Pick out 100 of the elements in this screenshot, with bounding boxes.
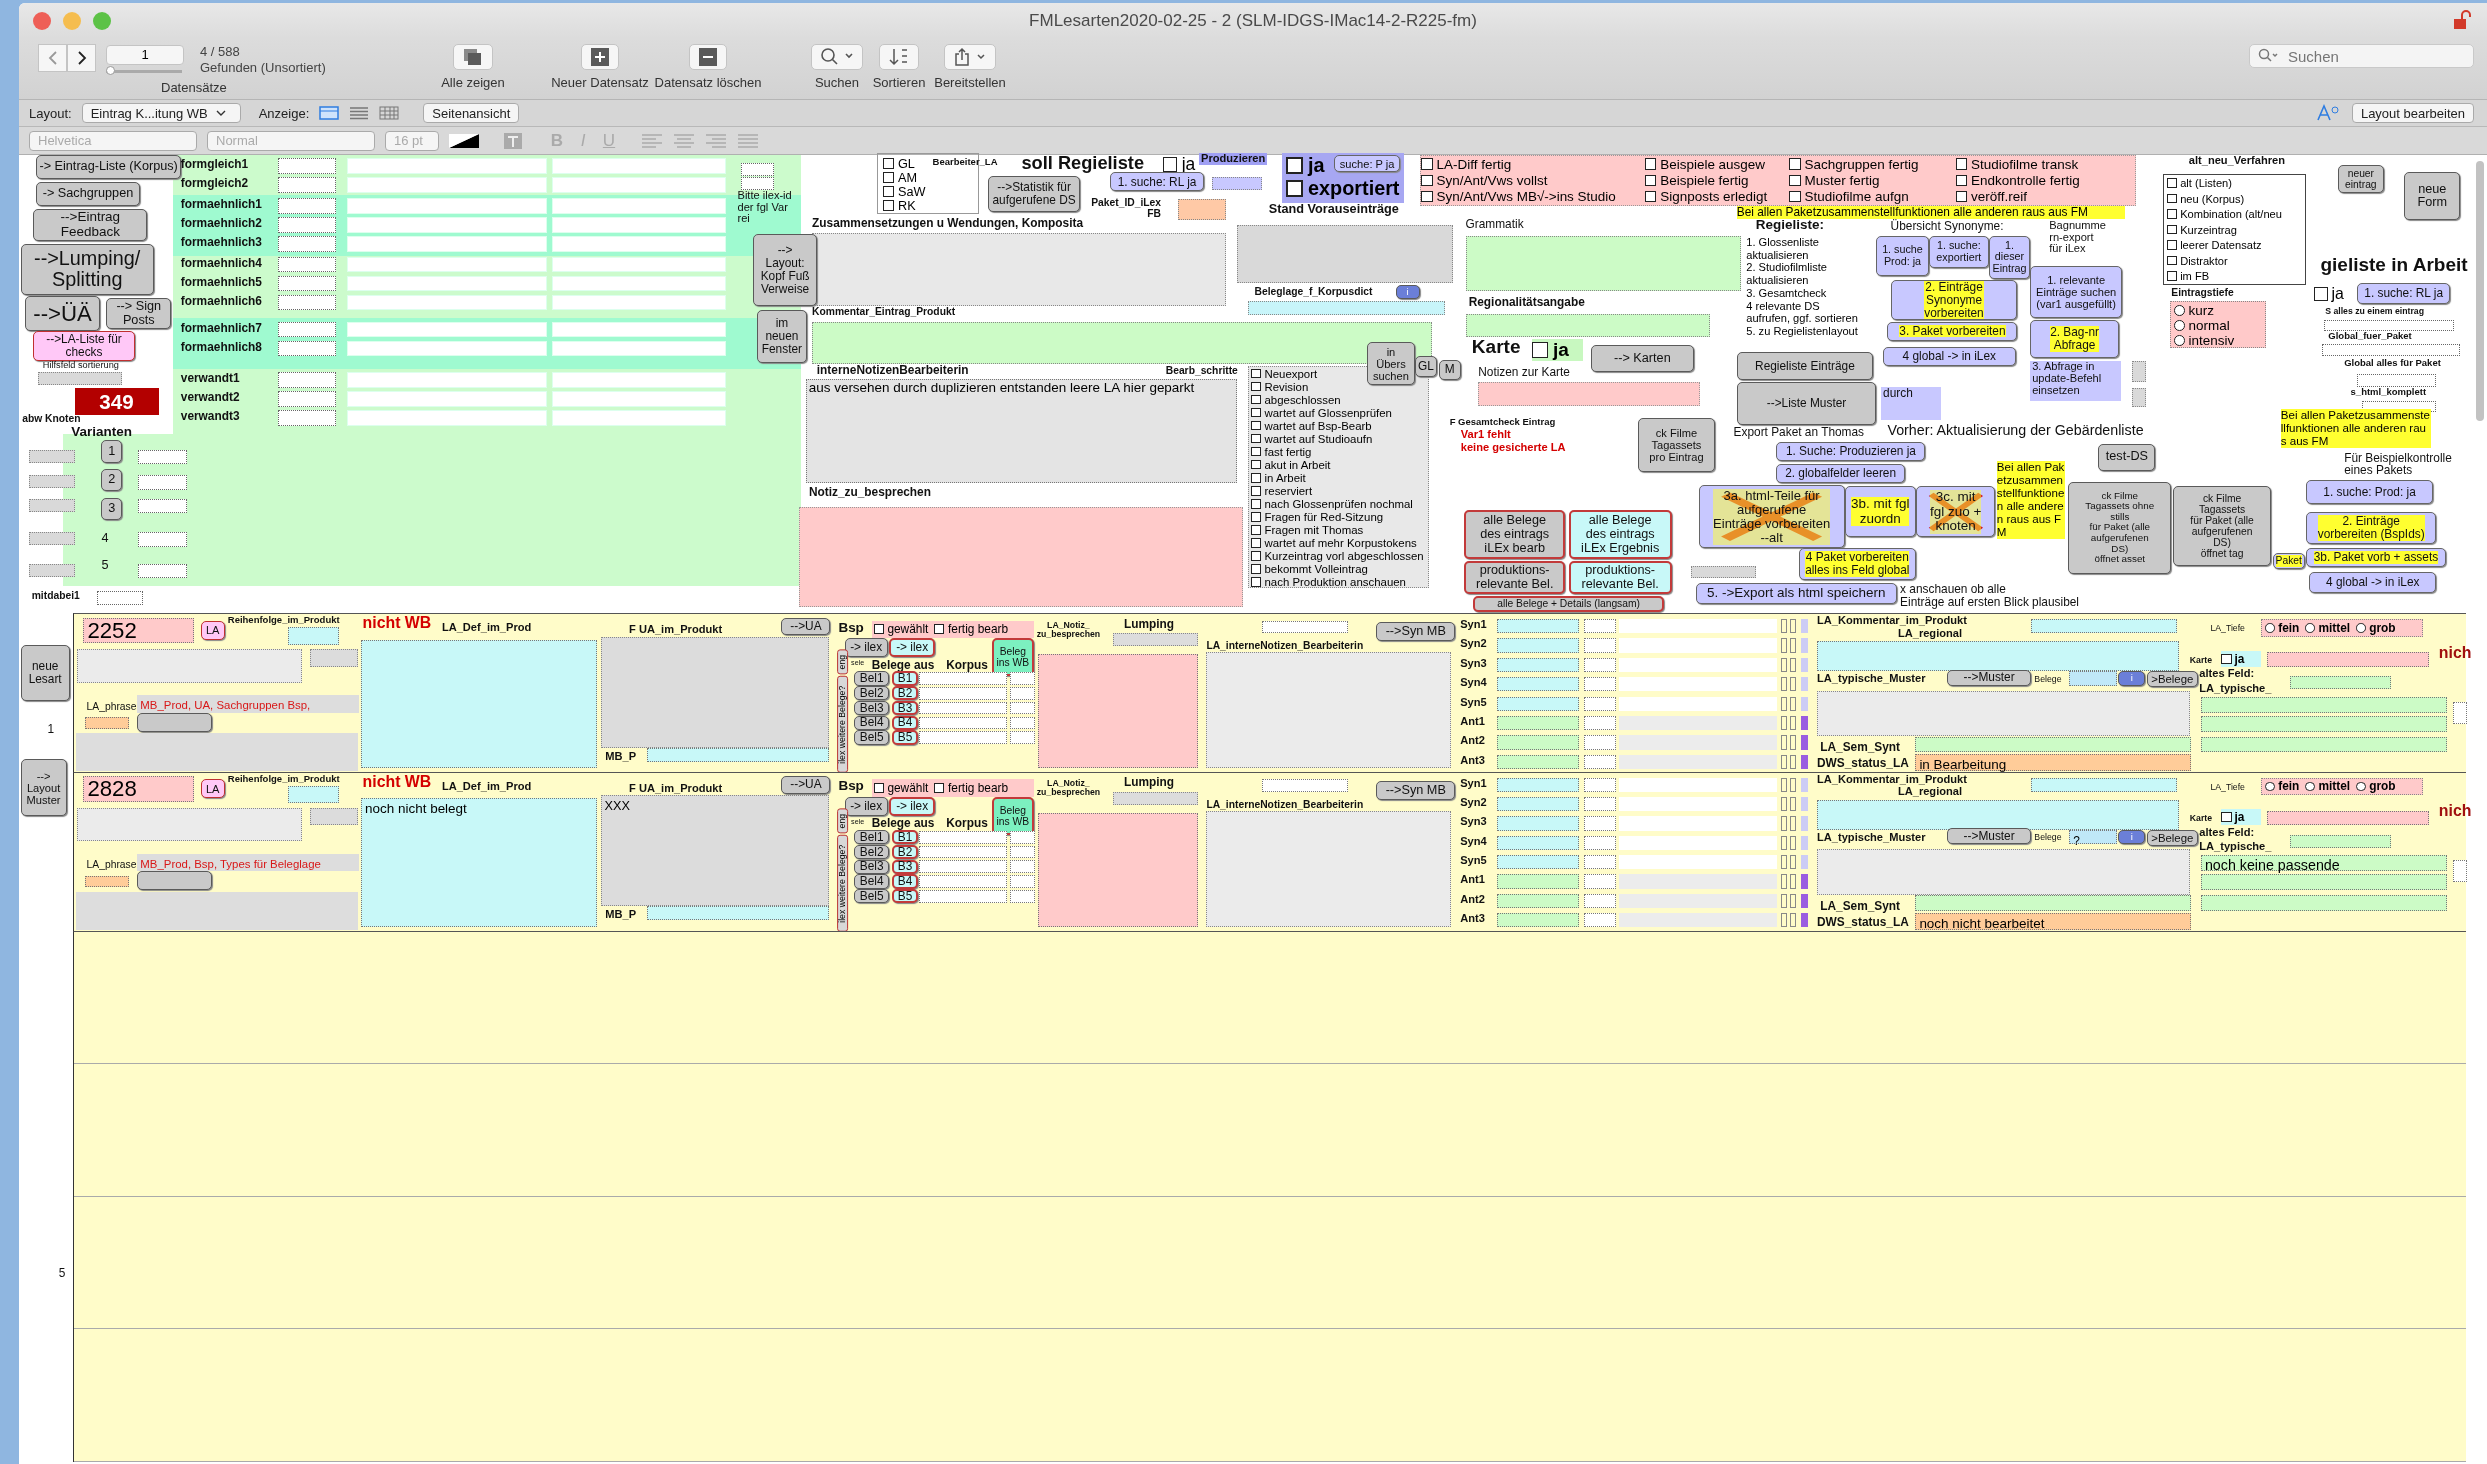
phrase-field[interactable]: MB_Prod, Bsp, Types für Beleglage <box>137 853 360 872</box>
action-button[interactable]: -> ilex <box>889 638 936 658</box>
action-button[interactable]: produktions- relevante Bel. <box>1568 561 1672 595</box>
action-button[interactable]: B4 <box>892 874 918 889</box>
action-button[interactable]: neue Form <box>2404 172 2460 220</box>
action-button[interactable]: ck Filme Tagassets für Paket (alle aufgerufenen DS) öffnet tag <box>2172 486 2272 566</box>
action-button[interactable]: Regieliste Einträge <box>1736 351 1874 381</box>
action-button[interactable]: i <box>1395 285 1420 300</box>
input-field[interactable]: noch nicht belegt <box>361 798 598 927</box>
action-button[interactable]: ck Filme Tagassets ohne stills für Paket (alle aufgerufenen DS) öffnet asset <box>2068 481 2172 574</box>
preview-button[interactable]: Seitenansicht <box>423 103 520 123</box>
search-field[interactable]: Suchen <box>2286 46 2470 66</box>
action-button[interactable]: -->Eintrag Feedback <box>33 208 148 241</box>
action-button[interactable]: Bel2 <box>854 686 890 701</box>
input-field[interactable]: ? <box>2069 830 2117 845</box>
action-button[interactable]: -->UA <box>781 617 831 635</box>
action-button[interactable]: Beleg ins WB <box>992 796 1034 835</box>
action-button[interactable]: -->Syn MB <box>1376 780 1456 800</box>
action-button[interactable]: ck Filme Tagassets pro Eintrag <box>1638 418 1715 473</box>
input-field[interactable]: XXX <box>600 795 829 907</box>
action-button[interactable]: -->Muster <box>1947 828 2032 845</box>
action-button[interactable]: Paket <box>2272 553 2305 569</box>
action-button[interactable]: neuer eintrag <box>2337 164 2384 194</box>
action-button[interactable]: 4 Paket vorbereiten alles ins Feld global <box>1798 548 1916 581</box>
action-button[interactable]: B1 <box>892 671 918 686</box>
action-button[interactable]: B4 <box>892 715 918 730</box>
action-button[interactable]: B5 <box>892 730 918 745</box>
action-button[interactable]: 1. suche Prod: ja <box>1876 235 1929 276</box>
action-button[interactable]: 4 global -> in iLex <box>1882 346 2016 366</box>
action-button[interactable]: im neuen Fenster <box>756 310 808 363</box>
input-field[interactable]: noch keine passende <box>2200 855 2447 872</box>
action-button[interactable]: 1. relevante Einträge suchen (var1 ausgefüllt) <box>2030 266 2123 319</box>
action-button[interactable]: 1. dieser Eintrag <box>1988 235 2031 279</box>
action-button[interactable]: 2. Bag-nr Abfrage <box>2030 319 2119 358</box>
action-button[interactable]: -->Syn MB <box>1376 622 1456 642</box>
action-button[interactable]: >Belege <box>2146 671 2198 688</box>
action-button[interactable]: B1 <box>892 830 918 845</box>
action-button[interactable]: >Belege <box>2146 830 2198 846</box>
action-button[interactable]: 1 <box>101 440 123 463</box>
action-button[interactable]: M <box>1438 359 1461 381</box>
action-button[interactable]: -> Eintrag-Liste (Korpus) <box>36 155 181 179</box>
action-button[interactable]: Bel3 <box>854 859 890 874</box>
action-button[interactable]: -->Liste Muster <box>1736 381 1877 425</box>
action-button[interactable]: Bel3 <box>854 700 890 716</box>
action-button[interactable]: 3c. mit fgl zuo + knoten <box>1915 486 1996 538</box>
action-button[interactable]: suche: P ja <box>1333 155 1401 173</box>
action-button[interactable]: 4 global -> in iLex <box>2309 572 2437 593</box>
action-button[interactable]: 3a. html-Teile für aufgerufene Einträge vorbereiten --alt <box>1698 484 1845 549</box>
action-button[interactable]: produktions- relevante Bel. <box>1463 561 1566 595</box>
record-number-field[interactable]: 1 <box>106 44 184 65</box>
action-button[interactable]: i <box>2118 671 2146 686</box>
action-button[interactable]: B3 <box>892 700 918 716</box>
action-button[interactable]: 1. suche: RL ja <box>2356 283 2451 305</box>
action-button[interactable]: --> Sign Posts <box>106 297 172 330</box>
action-button[interactable]: Bel1 <box>854 830 890 845</box>
action-button[interactable]: LA <box>200 620 225 640</box>
action-button[interactable]: 2. Einträge Synonyme vorbereiten <box>1890 280 2018 320</box>
action-button[interactable]: B2 <box>892 844 918 860</box>
action-button[interactable]: 3b. Paket vorb + assets <box>2306 548 2446 568</box>
action-button[interactable]: 3b. mit fgl zuordn <box>1844 486 1916 538</box>
action-button[interactable]: 5. ->Export als html speichern <box>1695 583 1897 604</box>
action-button[interactable]: Beleg ins WB <box>992 638 1034 677</box>
phrase-field[interactable]: MB_Prod, UA, Sachgruppen Bsp, <box>137 695 360 713</box>
action-button[interactable]: Bel1 <box>854 671 890 686</box>
action-button[interactable]: 2. globalfelder leeren <box>1776 464 1905 484</box>
notes-field[interactable]: aus versehen durch duplizieren entstanden leere LA hier geparkt <box>805 378 1238 484</box>
record-number-field[interactable]: 2252 <box>83 617 195 643</box>
record-number-field[interactable]: 2828 <box>83 776 195 802</box>
input-field[interactable]: in Bearbeitung <box>1915 753 2192 772</box>
action-button[interactable]: LA <box>200 779 225 799</box>
action-button[interactable]: alle Belege + Details (langsam) <box>1473 595 1664 612</box>
action-button[interactable]: 1. suche: RL ja <box>1110 172 1204 192</box>
action-button[interactable]: -->Lumping/ Splitting <box>20 243 154 295</box>
layout-dropdown[interactable]: Eintrag K...itung WB <box>81 103 241 123</box>
action-button[interactable]: -->LA-Liste für checks <box>33 331 135 362</box>
action-button[interactable]: alle Belege des eintrags iLEx bearb <box>1463 510 1566 560</box>
new-reading-button[interactable]: neue Lesart <box>20 645 70 701</box>
action-button[interactable]: 1. suche: Prod: ja <box>2306 480 2433 504</box>
action-button[interactable]: Bel5 <box>854 730 890 745</box>
action-button[interactable]: Bel4 <box>854 715 890 730</box>
action-button[interactable]: B5 <box>892 889 918 904</box>
action-button[interactable]: 2. Einträge vorbereiten (BspIds) <box>2306 511 2437 544</box>
action-button[interactable]: in Übers suchen <box>1367 342 1415 385</box>
action-button[interactable]: -->UA <box>781 776 831 794</box>
action-button[interactable]: 2 <box>101 469 123 492</box>
layout-button[interactable]: --> Layout Muster <box>20 759 67 817</box>
input-field[interactable]: noch nicht bearbeitet <box>1915 912 2192 930</box>
edit-layout-button[interactable]: Layout bearbeiten <box>2351 103 2474 123</box>
action-button[interactable]: 1. suche: exportiert <box>1928 235 1989 268</box>
action-button[interactable]: B2 <box>892 686 918 701</box>
action-button[interactable]: 1. Suche: Produzieren ja <box>1776 442 1926 462</box>
action-button[interactable]: -> Sachgruppen <box>36 181 140 206</box>
action-button[interactable]: --> Layout: Kopf Fuß Verweise <box>753 234 817 306</box>
action-button[interactable]: alle Belege des eintrags iLEx Ergebnis <box>1568 510 1672 560</box>
action-button[interactable]: Bel5 <box>854 889 890 904</box>
search-box[interactable]: Suchen <box>2249 44 2474 68</box>
action-button[interactable]: -->Statistik für aufgerufene DS <box>988 175 1081 213</box>
action-button[interactable]: test-DS <box>2098 443 2156 471</box>
action-button[interactable]: i <box>2118 830 2146 845</box>
action-button[interactable]: B3 <box>892 859 918 874</box>
